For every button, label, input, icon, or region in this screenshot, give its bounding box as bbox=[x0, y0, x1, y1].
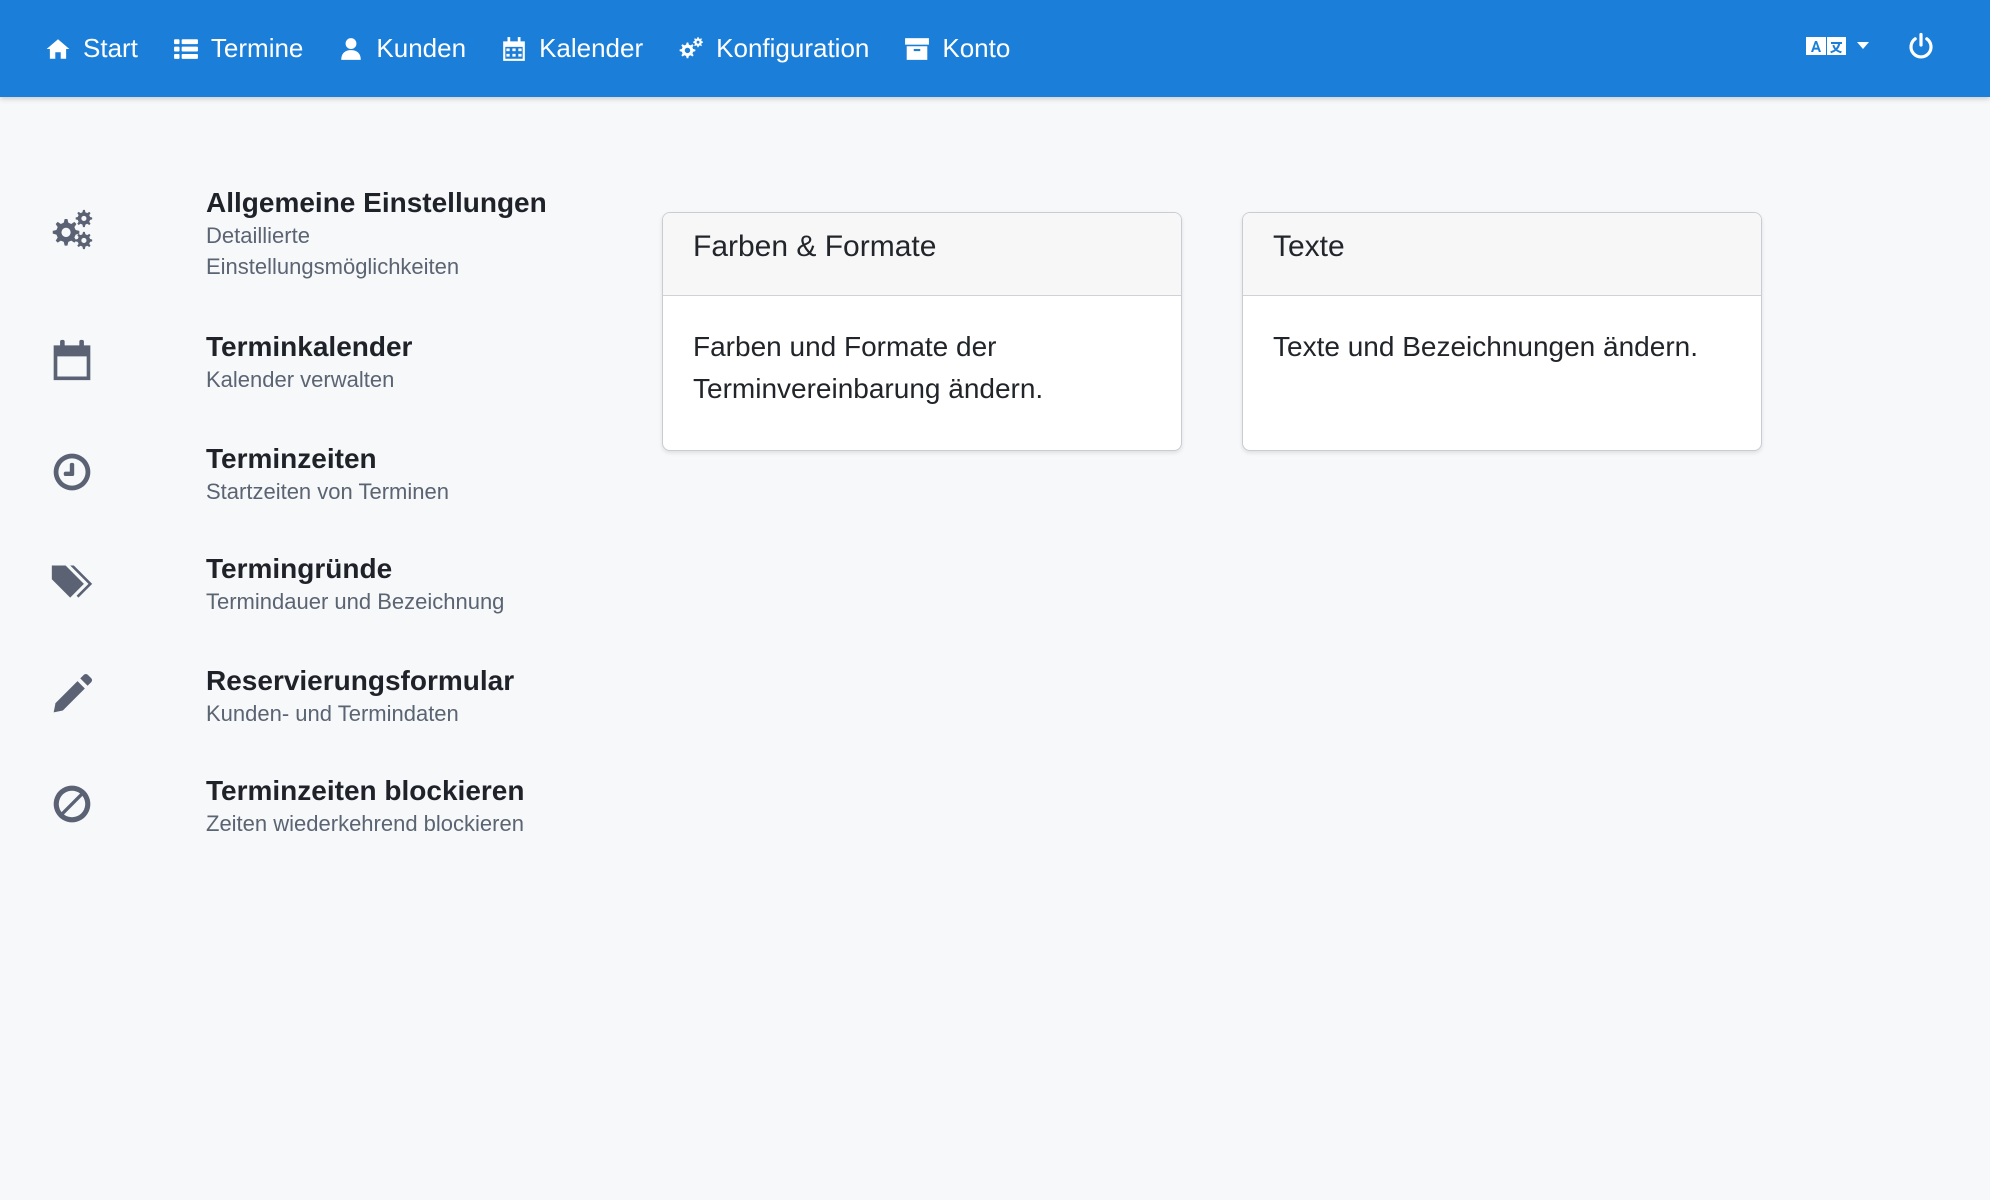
sidebar-item-text: Termingründe Termindauer und Bezeichnung bbox=[206, 552, 566, 617]
nav-item-kalender[interactable]: Kalender bbox=[501, 0, 643, 97]
nav-item-konto[interactable]: Konto bbox=[904, 0, 1010, 97]
gears-icon bbox=[678, 36, 704, 62]
sidebar-item-terminkalender[interactable]: Terminkalender Kalender verwalten bbox=[50, 330, 570, 410]
nav-item-label: Kalender bbox=[539, 33, 644, 63]
card-text: Farben und Formate der Terminvereinbarun… bbox=[693, 331, 1044, 404]
sidebar-item-text: Terminkalender Kalender verwalten bbox=[206, 330, 566, 395]
user-icon bbox=[338, 36, 364, 62]
nav-item-label: Kunden bbox=[376, 33, 467, 63]
nav-right-controls bbox=[1805, 0, 1935, 97]
nav-item-kunden[interactable]: Kunden bbox=[338, 0, 466, 97]
nav-item-label: Konto bbox=[942, 33, 1011, 63]
sidebar-item-title: Terminzeiten blockieren bbox=[206, 775, 525, 806]
nav-item-label: Konfiguration bbox=[716, 33, 870, 63]
sidebar-item-terminzeiten[interactable]: Terminzeiten Startzeiten von Terminen bbox=[50, 442, 570, 522]
card-title: Texte bbox=[1243, 213, 1761, 296]
nav-item-start[interactable]: Start bbox=[45, 0, 138, 97]
nav-item-label: Start bbox=[83, 33, 138, 63]
logout-button[interactable] bbox=[1907, 32, 1935, 65]
sidebar-item-subtitle: Startzeiten von Terminen bbox=[206, 479, 449, 504]
calendar-grid-icon bbox=[501, 36, 527, 62]
sidebar-item-subtitle: Zeiten wiederkehrend blockieren bbox=[206, 811, 524, 836]
sidebar-item-title: Terminzeiten bbox=[206, 443, 377, 474]
sidebar-item-title: Terminkalender bbox=[206, 331, 413, 362]
ban-icon bbox=[50, 774, 100, 854]
sidebar-item-termingruende[interactable]: Termingründe Termindauer und Bezeichnung bbox=[50, 552, 570, 632]
sidebar-item-subtitle: Detaillierte Einstellungsmöglichkeiten bbox=[206, 223, 460, 279]
card-farben-formate[interactable]: Farben & Formate Farben und Formate der … bbox=[662, 212, 1182, 451]
sidebar-item-reservierungsformular[interactable]: Reservierungsformular Kunden- und Termin… bbox=[50, 664, 570, 744]
sidebar-item-text: Terminzeiten Startzeiten von Terminen bbox=[206, 442, 566, 507]
power-icon bbox=[1907, 32, 1935, 65]
pencil-icon bbox=[50, 664, 100, 744]
gears-icon bbox=[50, 186, 100, 296]
tags-icon bbox=[50, 552, 100, 632]
calendar-icon bbox=[50, 330, 100, 410]
clock-icon bbox=[50, 442, 100, 522]
card-texte[interactable]: Texte Texte und Bezeichnungen ändern. bbox=[1242, 212, 1762, 451]
top-navbar: Start Termine Kunden Kalender Konfigurat… bbox=[0, 0, 1990, 97]
sidebar-item-allgemeine-einstellungen[interactable]: Allgemeine Einstellungen Detaillierte Ei… bbox=[50, 186, 570, 296]
sidebar-item-subtitle: Kunden- und Termindaten bbox=[206, 701, 459, 726]
list-icon bbox=[173, 36, 199, 62]
nav-menu: Start Termine Kunden Kalender Konfigurat… bbox=[45, 0, 1045, 97]
sidebar-item-text: Reservierungsformular Kunden- und Termin… bbox=[206, 664, 566, 729]
nav-item-konfiguration[interactable]: Konfiguration bbox=[678, 0, 869, 97]
language-dropdown[interactable] bbox=[1805, 34, 1869, 63]
sidebar-item-terminzeiten-blockieren[interactable]: Terminzeiten blockieren Zeiten wiederkeh… bbox=[50, 774, 570, 854]
sidebar-item-text: Terminzeiten blockieren Zeiten wiederkeh… bbox=[206, 774, 566, 839]
translate-icon bbox=[1805, 34, 1849, 63]
nav-item-termine[interactable]: Termine bbox=[173, 0, 303, 97]
sidebar-item-subtitle: Termindauer und Bezeichnung bbox=[206, 589, 505, 614]
card-text: Texte und Bezeichnungen ändern. bbox=[1273, 331, 1698, 362]
sidebar-item-title: Reservierungsformular bbox=[206, 665, 515, 696]
card-title: Farben & Formate bbox=[663, 213, 1181, 296]
sidebar-item-subtitle: Kalender verwalten bbox=[206, 367, 395, 392]
sidebar-item-title: Termingründe bbox=[206, 553, 393, 584]
home-icon bbox=[45, 36, 71, 62]
nav-item-label: Termine bbox=[210, 33, 304, 63]
archive-icon bbox=[904, 36, 930, 62]
sidebar-item-text: Allgemeine Einstellungen Detaillierte Ei… bbox=[206, 186, 566, 282]
chevron-down-icon bbox=[1857, 42, 1869, 49]
sidebar-item-title: Allgemeine Einstellungen bbox=[206, 187, 547, 218]
